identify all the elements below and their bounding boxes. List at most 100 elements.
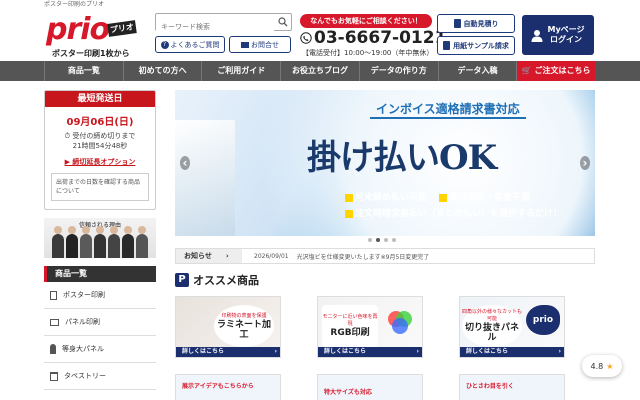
prio-p-icon: P [175,273,189,287]
category-item-lifesize[interactable]: 等身大パネル [44,336,156,363]
product-card-eyecatch[interactable]: ひとさわ目を引く [459,374,565,400]
card-name: ラミネート加工 [216,319,271,340]
product-card-display[interactable]: 展示アイデアもこちらから [175,374,281,400]
carousel-prev-icon[interactable]: ‹ [180,156,190,170]
person-icon [50,344,56,354]
product-card-rgb[interactable]: モニターに近い色味を再現 RGB印刷 詳しくはこちら [317,296,423,358]
card-tag: 四角以外の様々なカットも可能 [462,309,523,322]
shipping-days-note[interactable]: 出荷までの日数を確認する商品について [51,173,149,201]
rating-badge[interactable]: 4.8 ★ [582,355,622,377]
category-label: パネル印刷 [65,318,100,326]
card-label: 四角以外の様々なカットも可能 切り抜きパネル [462,305,522,347]
rating-value: 4.8 [590,361,604,371]
nav-order[interactable]: 🛒 ご注文はこちら [517,61,596,81]
carousel-next-icon[interactable]: › [580,156,590,170]
contact-button[interactable]: お問合せ [229,36,291,53]
nav-blog[interactable]: お役立ちブログ [281,61,360,81]
banner-bullet: 事前相談・審査不要 [439,190,530,206]
auto-estimate-label: 自動見積り [463,19,499,28]
staff-photo [80,226,92,258]
phone-bubble: なんでもお気軽にご相談ください！ [300,14,432,28]
carousel-dot[interactable] [368,238,372,242]
category-label: 等身大パネル [62,345,104,353]
banner-main-text: 掛け払いOK [307,138,497,178]
category-item-tapestry[interactable]: タペストリー [44,363,156,390]
sidebar: 最短発送日 09月06日(日) ⏱ 受付の締め切りまで 21時間54分48秒 ▶… [44,90,156,390]
carousel-dot[interactable] [384,238,388,242]
card-tag: 特大サイズも対応 [324,389,372,396]
cart-icon: 🛒 [521,66,535,75]
nav-order-label: ご注文はこちら [534,66,591,75]
news-text: 光沢塩ビを仕様変更いたします※9月5日変更完了 [296,253,430,261]
calculator-icon [453,19,461,28]
category-label: ポスター印刷 [63,291,105,299]
shipping-box: 最短発送日 09月06日(日) ⏱ 受付の締め切りまで 21時間54分48秒 ▶… [44,90,156,210]
sample-request-label: 用紙サンプル請求 [453,41,509,50]
panel-icon [50,318,59,326]
nav-products[interactable]: 商品一覧 [44,61,124,81]
card-tag: モニターに近い色味を再現 [322,314,378,327]
staff-photo [108,226,120,258]
contact-label: お問合せ [251,40,279,49]
banner-bullet-text: 事前相談・審査不要 [449,193,531,203]
user-icon [531,29,543,42]
chevron-right-icon: › [225,252,229,260]
check-icon [439,193,448,202]
product-card-cutout[interactable]: 四角以外の様々なカットも可能 切り抜きパネル prio 詳しくはこちら [459,296,565,358]
login-label: ログイン [549,35,582,44]
cutout-sample-image: prio [526,305,560,335]
card-more-link[interactable]: 詳しくはこちら [460,347,564,357]
question-icon: ? [160,40,169,49]
search-input[interactable] [156,19,274,35]
card-more-link[interactable]: 詳しくはこちら [318,347,422,357]
topbar-tagline: ポスター印刷のプリオ [44,1,105,8]
check-icon [345,209,353,218]
auto-estimate-button[interactable]: 自動見積り [437,14,515,33]
star-icon: ★ [606,361,614,371]
phone-hours: 【電話受付】10:00～19:00（年中無休） [302,49,434,57]
category-heading: 商品一覧 [44,266,156,282]
site-logo[interactable]: prio プリオ ポスター印刷1枚から [44,14,144,60]
nav-data-upload[interactable]: データ入稿 [439,61,518,81]
section-title-text: オススメ商品 [193,274,259,287]
banner-bullets: 月末締め払い可能 事前相談・審査不要 注文時請求書払い（まとめ払い）を選択するだけ… [345,190,562,222]
deadline-extension-label: 締切延長オプション [72,158,136,166]
mypage-login-button[interactable]: Myページ ログイン [522,15,594,55]
page: ポスター印刷のプリオ prio プリオ ポスター印刷1枚から ? よくあるご質問… [0,0,640,400]
rgb-circles-icon [388,311,412,334]
shipping-countdown: 21時間54分48秒 [72,142,128,150]
carousel-dots [368,238,396,242]
trust-banner[interactable]: 信頼される理由 [44,218,156,258]
paper-icon [443,41,451,50]
deadline-extension-link[interactable]: ▶ 締切延長オプション [45,157,155,167]
category-item-poster[interactable]: ポスター印刷 [44,282,156,309]
shipping-deadline-text: 受付の締め切りまで [72,132,136,140]
staff-photo [52,226,64,258]
carousel-dot[interactable] [392,238,396,242]
category-item-panel[interactable]: パネル印刷 [44,309,156,336]
product-card-large[interactable]: 特大サイズも対応 [317,374,423,400]
mypage-text: Myページ ログイン [547,25,584,45]
phone-number[interactable]: 03-6667-0121 [300,28,446,48]
nav-guide[interactable]: ご利用ガイド [202,61,282,81]
logo-wordmark: prio [46,12,110,47]
check-icon [345,193,353,202]
sample-request-button[interactable]: 用紙サンプル請求 [437,36,515,55]
hero-banner[interactable]: インボイス適格請求書対応 掛け払いOK 月末締め払い可能 事前相談・審査不要 注文… [175,90,595,236]
global-nav: 商品一覧 初めての方へ ご利用ガイド お役立ちブログ データの作り方 データ入稿… [0,61,640,81]
tapestry-icon [50,371,58,381]
news-bar[interactable]: お知らせ › 2026/09/01 光沢塩ビを仕様変更いたします※9月5日変更完了 [175,248,595,264]
card-name: 切り抜きパネル [464,323,519,343]
nav-data-howto[interactable]: データの作り方 [360,61,439,81]
poster-icon [50,290,57,300]
banner-bullet-text: 月末締め払い可能 [355,193,428,203]
nav-first-time[interactable]: 初めての方へ [124,61,203,81]
product-card-laminate[interactable]: 印刷物の表面を保護 ラミネート加工 詳しくはこちら [175,296,281,358]
card-more-link[interactable]: 詳しくはこちら [176,347,280,357]
logo-subtitle: ポスター印刷1枚から [52,49,130,58]
mypage-label: Myページ [547,25,585,34]
card-tag: 印刷物の表面を保護 [221,312,267,319]
carousel-dot[interactable] [376,238,380,242]
search-icon[interactable] [278,17,288,27]
faq-button[interactable]: ? よくあるご質問 [155,36,225,53]
